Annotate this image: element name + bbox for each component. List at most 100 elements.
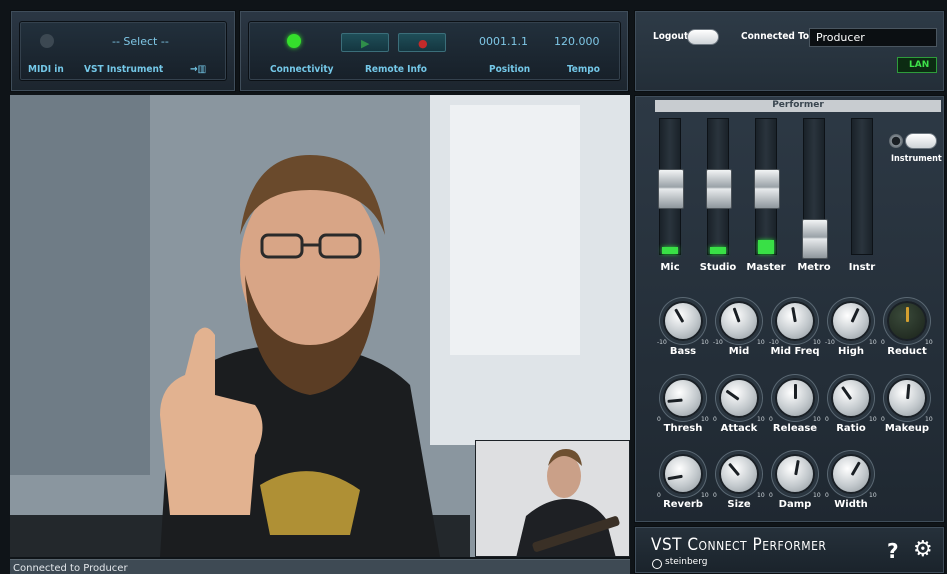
knob-8[interactable] [831, 378, 871, 418]
fader-3-track[interactable] [802, 118, 828, 259]
fader-0-track[interactable] [658, 118, 684, 255]
instrument-label: Instrument [891, 154, 942, 164]
fader-3-handle[interactable] [802, 219, 828, 259]
fader-0-label: Mic [660, 262, 680, 273]
fader-0-meter [662, 247, 678, 254]
knob-5-min-tick: 0 [657, 416, 661, 423]
fader-2-handle[interactable] [754, 169, 780, 209]
knob-2[interactable] [775, 301, 815, 341]
logout-toggle[interactable] [687, 29, 719, 45]
knob-4-label: Reduct [887, 346, 927, 357]
local-video-preview [475, 440, 630, 557]
knob-10-label: Reverb [663, 499, 703, 510]
instrument-toggle[interactable] [905, 133, 937, 149]
knob-4[interactable] [887, 301, 927, 341]
knob-13-pointer [850, 461, 861, 476]
performer-panel: Performer Mic Studio Master Metro Instr Inst… [634, 95, 945, 523]
knob-3[interactable] [831, 301, 871, 341]
status-bar: Connected to Producer [10, 559, 630, 574]
knob-10-max-tick: 10 [701, 492, 709, 499]
connectivity-led [287, 34, 301, 48]
knob-7[interactable] [775, 378, 815, 418]
footer-panel: VST Connect Performer steinberg ? ⚙ [634, 526, 945, 574]
fader-1-track[interactable] [706, 118, 732, 255]
brand-label: steinberg [665, 557, 708, 567]
knob-1-label: Mid [728, 346, 750, 357]
knob-7-max-tick: 10 [813, 416, 821, 423]
knob-11[interactable] [719, 454, 759, 494]
knob-0-max-tick: 10 [701, 339, 709, 346]
settings-gear-icon[interactable]: ⚙ [913, 537, 933, 562]
local-video-frame [476, 441, 629, 556]
knob-8-max-tick: 10 [869, 416, 877, 423]
play-button[interactable]: ▶ [341, 33, 389, 52]
fader-2-track[interactable] [754, 118, 780, 255]
fader-3-label: Metro [797, 262, 831, 273]
knob-0-pointer [674, 308, 685, 323]
instrument-select[interactable]: -- Select -- [112, 35, 169, 48]
knob-9-label: Makeup [884, 423, 930, 434]
knob-2-pointer [791, 306, 797, 323]
knob-6-pointer [725, 389, 740, 401]
tempo-caption: Tempo [567, 64, 600, 75]
remote-info-caption: Remote Info [365, 64, 427, 75]
connected-to-field[interactable]: Producer [809, 28, 937, 47]
knob-8-min-tick: 0 [825, 416, 829, 423]
knob-1[interactable] [719, 301, 759, 341]
performer-title: Performer [772, 100, 824, 110]
knob-2-min-tick: -10 [769, 339, 779, 346]
tempo-value: 120.000 [554, 35, 600, 48]
position-value: 0001.1.1 [479, 35, 528, 48]
knob-0[interactable] [663, 301, 703, 341]
knob-1-min-tick: -10 [713, 339, 723, 346]
knob-12[interactable] [775, 454, 815, 494]
keyboard-icon[interactable]: →▥ [190, 64, 206, 75]
knob-3-pointer [850, 307, 860, 323]
knob-8-pointer [841, 386, 853, 401]
knob-13-label: Width [834, 499, 868, 510]
product-name: VST Connect Performer [651, 535, 827, 555]
midi-in-caption: MIDI in [28, 64, 64, 75]
fader-2-meter [758, 240, 774, 254]
midi-led [40, 34, 54, 48]
knob-1-max-tick: 10 [757, 339, 765, 346]
remote-video [10, 95, 630, 557]
connected-to-label: Connected To [741, 31, 809, 42]
knob-10[interactable] [663, 454, 703, 494]
knob-6-min-tick: 0 [713, 416, 717, 423]
steinberg-logo-icon [652, 559, 662, 569]
knob-12-label: Damp [778, 499, 812, 510]
knob-9-pointer [906, 383, 911, 400]
help-button[interactable]: ? [887, 539, 899, 563]
knob-3-max-tick: 10 [869, 339, 877, 346]
vst-instrument-caption: VST Instrument [84, 64, 164, 75]
play-icon: ▶ [361, 37, 370, 50]
knob-6-label: Attack [720, 423, 758, 434]
knob-2-label: Mid Freq [770, 346, 820, 357]
transport-inner: ▶ ● 0001.1.1 120.000 Connectivity Remote… [248, 21, 621, 81]
knob-4-min-tick: 0 [881, 339, 885, 346]
knob-0-label: Bass [669, 346, 697, 357]
record-button[interactable]: ● [398, 33, 446, 52]
performer-header: Performer [655, 100, 941, 112]
connected-to-value: Producer [816, 31, 865, 44]
knob-5-pointer [667, 398, 683, 403]
fader-1-label: Studio [699, 262, 737, 273]
fader-1-handle[interactable] [706, 169, 732, 209]
knob-9[interactable] [887, 378, 927, 418]
knob-5[interactable] [663, 378, 703, 418]
instrument-jack-icon [889, 134, 903, 148]
knob-3-label: High [837, 346, 865, 357]
midi-inner: -- Select -- MIDI in VST Instrument →▥ [19, 21, 227, 81]
knob-13-min-tick: 0 [825, 492, 829, 499]
knob-13[interactable] [831, 454, 871, 494]
knob-6-max-tick: 10 [757, 416, 765, 423]
knob-6[interactable] [719, 378, 759, 418]
fader-0-handle[interactable] [658, 169, 684, 209]
knob-5-max-tick: 10 [701, 416, 709, 423]
fader-4-track[interactable] [851, 118, 873, 255]
knob-4-max-tick: 10 [925, 339, 933, 346]
knob-11-pointer [728, 462, 741, 477]
knob-1-pointer [732, 307, 741, 323]
knob-4-pointer [906, 307, 909, 322]
